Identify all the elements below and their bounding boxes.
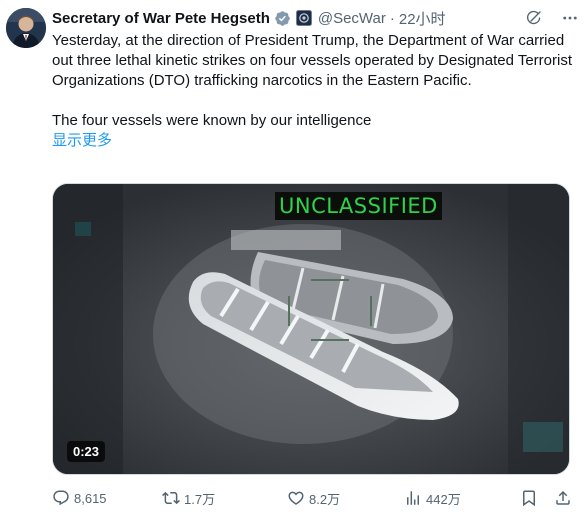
retweet-count: 1.7万 xyxy=(184,491,216,507)
tweet-text: Yesterday, at the direction of President… xyxy=(52,31,572,151)
unclassified-label: UNCLASSIFIED xyxy=(275,192,442,220)
government-flag-icon xyxy=(295,10,312,26)
author-handle[interactable]: @SecWar xyxy=(318,10,386,27)
post-time[interactable]: 22小时 xyxy=(399,8,446,29)
reply-button[interactable]: 8,615 xyxy=(52,489,107,507)
bookmark-icon xyxy=(523,490,535,507)
like-icon xyxy=(288,491,304,505)
author-name[interactable]: Secretary of War Pete Hegseth xyxy=(52,10,270,27)
header-actions xyxy=(524,7,580,29)
tweet: Secretary of War Pete Hegseth @SecWar · … xyxy=(0,0,588,514)
verified-badge-icon[interactable] xyxy=(274,10,291,27)
grok-icon[interactable] xyxy=(524,8,544,28)
like-count: 8.2万 xyxy=(309,491,341,507)
video-duration: 0:23 xyxy=(67,441,106,462)
retweet-icon xyxy=(162,491,180,505)
like-button[interactable]: 8.2万 xyxy=(287,489,340,508)
share-icon xyxy=(556,490,570,505)
retweet-button[interactable]: 1.7万 xyxy=(162,489,215,508)
views-button[interactable]: 442万 xyxy=(404,489,461,508)
tweet-paragraph-1: Yesterday, at the direction of President… xyxy=(52,32,572,89)
views-icon xyxy=(407,491,419,505)
show-more-link[interactable]: 显示更多 xyxy=(52,131,112,151)
share-button[interactable] xyxy=(554,489,572,507)
views-count: 442万 xyxy=(426,491,461,507)
avatar[interactable] xyxy=(6,8,46,48)
tweet-header: Secretary of War Pete Hegseth @SecWar · … xyxy=(52,7,580,29)
video-player[interactable]: UNCLASSIFIED 0:23 xyxy=(52,183,570,475)
reply-icon xyxy=(53,490,69,506)
bookmark-button[interactable] xyxy=(520,489,538,507)
header-separator: · xyxy=(389,9,395,27)
tweet-paragraph-2: The four vessels were known by our intel… xyxy=(52,112,372,129)
more-options-icon[interactable] xyxy=(560,8,580,28)
reply-count: 8,615 xyxy=(74,490,107,506)
action-bar: 8,615 1.7万 8.2万 442万 xyxy=(52,486,580,510)
video-frame xyxy=(53,184,569,474)
